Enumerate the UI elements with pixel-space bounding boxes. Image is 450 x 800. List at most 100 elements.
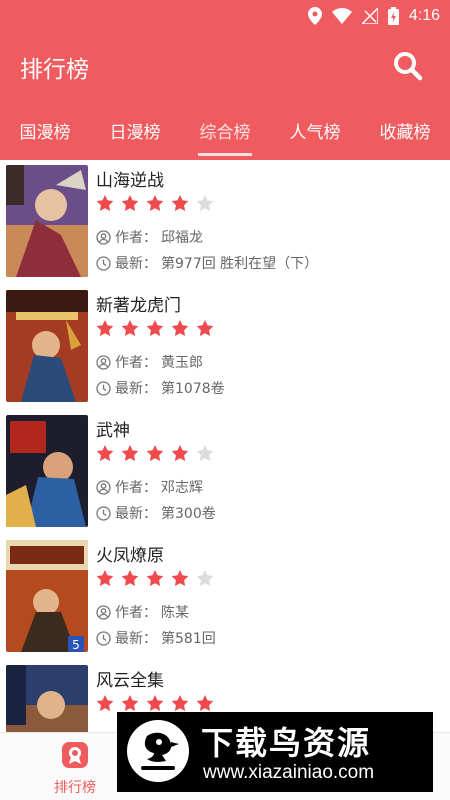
star-empty-icon [196, 570, 214, 586]
star-filled-icon [196, 320, 214, 336]
tab-renqi[interactable]: 人气榜 [270, 112, 360, 160]
star-filled-icon [146, 445, 164, 461]
rating-stars [96, 694, 214, 712]
rating-stars [96, 569, 214, 587]
watermark-url: www.xiazainiao.com [203, 762, 375, 783]
star-filled-icon [171, 695, 189, 711]
comic-author: 作者： 黄玉郎 [96, 352, 203, 372]
star-filled-icon [96, 195, 114, 211]
battery-charging-icon [387, 7, 399, 25]
author-name: 邱福龙 [161, 230, 203, 246]
latest-chapter: 第581回 [161, 631, 216, 647]
watermark-logo [127, 720, 189, 782]
comic-author: 作者： 邓志辉 [96, 477, 203, 497]
rank-icon [62, 742, 88, 768]
tab-shoucang[interactable]: 收藏榜 [360, 112, 450, 160]
star-empty-icon [196, 445, 214, 461]
search-icon[interactable] [392, 50, 424, 82]
watermark-title: 下载鸟资源 [201, 724, 372, 762]
author-name: 邓志辉 [161, 480, 203, 496]
tab-label: 国漫榜 [19, 123, 71, 143]
tab-label: 收藏榜 [379, 123, 431, 143]
clock-icon [96, 380, 111, 396]
comic-cover[interactable]: 5 [6, 540, 88, 652]
star-filled-icon [171, 320, 189, 336]
comic-list-item[interactable]: 武神 作者： 邓志辉 最新： 第300卷 [0, 410, 450, 535]
comic-cover[interactable] [6, 665, 88, 732]
status-bar: 4:16 [0, 0, 450, 32]
comic-list-item[interactable]: 新著龙虎门 作者： 黄玉郎 最新： 第1078卷 [0, 285, 450, 410]
latest-prefix: 最新： [115, 506, 157, 522]
author-prefix: 作者： [115, 480, 157, 496]
no-signal-icon [361, 8, 378, 24]
latest-prefix: 最新： [115, 631, 157, 647]
tab-guoman[interactable]: 国漫榜 [0, 112, 90, 160]
author-prefix: 作者： [115, 355, 157, 371]
star-filled-icon [121, 695, 139, 711]
nav-item-rank[interactable]: 排行榜 [50, 741, 100, 797]
nav-label-rank: 排行榜 [54, 780, 96, 796]
comic-title: 新著龙虎门 [96, 296, 181, 316]
comic-title: 武神 [96, 421, 130, 441]
app-header: 4:16 排行榜 国漫榜 日漫榜 综合榜 人气榜 收藏榜 [0, 0, 450, 160]
star-empty-icon [196, 195, 214, 211]
star-filled-icon [146, 695, 164, 711]
page-title: 排行榜 [20, 57, 89, 83]
comic-list-item[interactable]: 5 火凤燎原 作者： 陈某 最新： 第581回 [0, 535, 450, 660]
comic-latest: 最新： 第581回 [96, 628, 216, 648]
tab-bar: 国漫榜 日漫榜 综合榜 人气榜 收藏榜 [0, 112, 450, 160]
latest-chapter: 第1078卷 [161, 381, 225, 397]
clock-icon [96, 630, 111, 646]
star-filled-icon [171, 570, 189, 586]
comic-title: 风云全集 [96, 671, 164, 691]
wifi-icon [331, 8, 352, 24]
comic-latest: 最新： 第1078卷 [96, 378, 225, 398]
latest-prefix: 最新： [115, 256, 157, 272]
tab-label: 日漫榜 [109, 123, 161, 143]
comic-cover[interactable] [6, 415, 88, 527]
latest-chapter: 第300卷 [161, 506, 216, 522]
star-filled-icon [146, 570, 164, 586]
clock-icon [96, 505, 111, 521]
star-filled-icon [121, 570, 139, 586]
author-prefix: 作者： [115, 605, 157, 621]
star-filled-icon [171, 195, 189, 211]
comic-cover[interactable] [6, 165, 88, 277]
comic-title: 火凤燎原 [96, 546, 164, 566]
star-filled-icon [171, 445, 189, 461]
star-filled-icon [121, 320, 139, 336]
latest-chapter: 第977回 胜利在望（下） [161, 256, 319, 272]
star-filled-icon [146, 195, 164, 211]
clock-icon [96, 255, 111, 271]
star-filled-icon [196, 695, 214, 711]
watermark: 下载鸟资源 www.xiazainiao.com [117, 712, 433, 792]
tab-label: 综合榜 [199, 123, 251, 143]
latest-prefix: 最新： [115, 381, 157, 397]
status-time: 4:16 [408, 7, 440, 24]
rating-stars [96, 194, 214, 212]
comic-author: 作者： 陈某 [96, 602, 189, 622]
user-icon [96, 354, 111, 370]
tab-riman[interactable]: 日漫榜 [90, 112, 180, 160]
comic-latest: 最新： 第300卷 [96, 503, 216, 523]
comic-cover[interactable] [6, 290, 88, 402]
user-icon [96, 604, 111, 620]
user-icon [96, 229, 111, 245]
tab-zonghe[interactable]: 综合榜 [180, 112, 270, 160]
star-filled-icon [96, 445, 114, 461]
author-name: 陈某 [161, 605, 189, 621]
author-prefix: 作者： [115, 230, 157, 246]
rating-stars [96, 444, 214, 462]
comic-list-item[interactable]: 山海逆战 作者： 邱福龙 最新： 第977回 胜利在望（下） [0, 160, 450, 285]
star-filled-icon [96, 570, 114, 586]
comic-list: 山海逆战 作者： 邱福龙 最新： 第977回 胜利在望（下） 新著龙虎门 作者： 黄玉郎 最新：… [0, 160, 450, 732]
star-filled-icon [121, 195, 139, 211]
rating-stars [96, 319, 214, 337]
author-name: 黄玉郎 [161, 355, 203, 371]
star-filled-icon [121, 445, 139, 461]
star-filled-icon [96, 695, 114, 711]
svg-text:5: 5 [72, 638, 80, 652]
comic-latest: 最新： 第977回 胜利在望（下） [96, 253, 318, 273]
comic-author: 作者： 邱福龙 [96, 227, 203, 247]
tab-label: 人气榜 [289, 123, 341, 143]
